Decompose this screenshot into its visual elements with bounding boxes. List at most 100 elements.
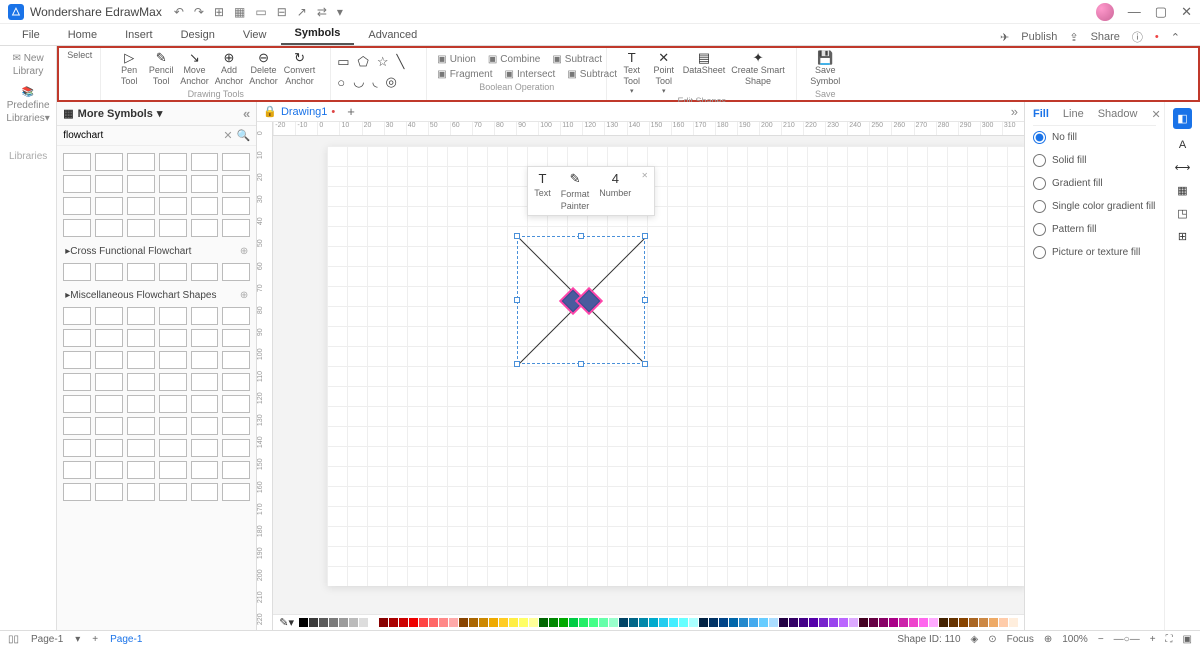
color-swatch[interactable] <box>309 618 318 627</box>
symbol-shape[interactable] <box>127 351 155 369</box>
symbol-shape[interactable] <box>159 153 187 171</box>
symbol-shape[interactable] <box>63 417 91 435</box>
icon-rail-item[interactable]: A <box>1179 139 1186 151</box>
color-swatch[interactable] <box>709 618 718 627</box>
pentagon-shape-icon[interactable]: ⬠ <box>358 54 369 70</box>
canvas-viewport[interactable]: TText ✎FormatPainter 4Number ✕ <box>273 136 1024 614</box>
symbol-shape[interactable] <box>127 373 155 391</box>
fill-option[interactable]: Solid fill <box>1033 149 1156 172</box>
rect-shape-icon[interactable]: ▭ <box>337 54 349 70</box>
color-swatch[interactable] <box>529 618 538 627</box>
search-icon[interactable]: 🔍 <box>237 129 251 142</box>
symbol-shape[interactable] <box>95 483 123 501</box>
handle[interactable] <box>514 233 520 239</box>
publish-button[interactable]: Publish <box>1017 31 1061 43</box>
symbol-shape[interactable] <box>222 395 250 413</box>
section-crossfunc[interactable]: ▸ Cross Functional Flowchart⊕ <box>61 243 252 260</box>
tab-fill[interactable]: Fill <box>1033 108 1049 121</box>
symbol-shape[interactable] <box>95 373 123 391</box>
symbol-shape[interactable] <box>63 175 91 193</box>
color-swatch[interactable] <box>869 618 878 627</box>
symbol-shape[interactable] <box>191 153 219 171</box>
mini-number[interactable]: 4Number <box>599 171 631 211</box>
boolean-op[interactable]: ▣Combine <box>484 53 544 66</box>
boolean-op[interactable]: ▣Subtract <box>548 53 606 66</box>
symbol-shape[interactable] <box>159 461 187 479</box>
maximize-icon[interactable]: ▢ <box>1155 4 1167 20</box>
color-swatch[interactable] <box>589 618 598 627</box>
color-swatch[interactable] <box>409 618 418 627</box>
minimize-icon[interactable]: — <box>1128 4 1141 19</box>
color-swatch[interactable] <box>429 618 438 627</box>
color-swatch[interactable] <box>519 618 528 627</box>
symbol-shape[interactable] <box>159 175 187 193</box>
color-swatch[interactable] <box>609 618 618 627</box>
close-icon[interactable]: ✕ <box>1181 4 1192 20</box>
qat-icon[interactable]: ↗ <box>297 5 307 19</box>
color-swatch[interactable] <box>769 618 778 627</box>
eyedropper-icon[interactable]: ✎▾ <box>279 616 294 629</box>
symbol-shape[interactable] <box>222 373 250 391</box>
symbol-shape[interactable] <box>63 461 91 479</box>
chevron-down-icon[interactable]: ▾ <box>157 107 163 120</box>
edit-tool[interactable]: TTextTool▾ <box>619 51 645 95</box>
edit-tool[interactable]: ✦Create SmartShape <box>731 51 785 87</box>
add-page-icon[interactable]: + <box>92 634 98 645</box>
redo-icon[interactable]: ↷ <box>194 5 204 19</box>
symbol-shape[interactable] <box>63 219 91 237</box>
symbol-shape[interactable] <box>191 351 219 369</box>
spiral-shape-icon[interactable]: ◎ <box>386 74 397 90</box>
symbol-shape[interactable] <box>222 219 250 237</box>
icon-rail-item[interactable]: ▦ <box>1177 184 1187 197</box>
symbol-shape[interactable] <box>127 219 155 237</box>
circle-shape-icon[interactable]: ○ <box>337 75 345 90</box>
fill-option[interactable]: Single color gradient fill <box>1033 195 1156 218</box>
symbol-shape[interactable] <box>222 175 250 193</box>
symbol-shape[interactable] <box>95 263 123 281</box>
symbol-shape[interactable] <box>127 307 155 325</box>
color-swatch[interactable] <box>839 618 848 627</box>
tab-line[interactable]: Line <box>1063 108 1084 121</box>
symbol-shape[interactable] <box>95 175 123 193</box>
color-swatch[interactable] <box>939 618 948 627</box>
symbol-shape[interactable] <box>127 439 155 457</box>
color-swatch[interactable] <box>459 618 468 627</box>
color-swatch[interactable] <box>479 618 488 627</box>
new-library-button[interactable]: ✉ New Library <box>4 52 52 78</box>
symbol-shape[interactable] <box>222 197 250 215</box>
drawing-tab[interactable]: 🔒Drawing1• <box>263 105 335 118</box>
boolean-op[interactable]: ▣Fragment <box>433 68 496 81</box>
qat-icon[interactable]: ▦ <box>234 5 245 19</box>
color-swatch[interactable] <box>659 618 668 627</box>
color-swatch[interactable] <box>619 618 628 627</box>
color-swatch[interactable] <box>819 618 828 627</box>
symbol-shape[interactable] <box>191 329 219 347</box>
color-swatch[interactable] <box>509 618 518 627</box>
symbol-shape[interactable] <box>95 197 123 215</box>
color-swatch[interactable] <box>689 618 698 627</box>
undo-icon[interactable]: ↶ <box>174 5 184 19</box>
symbol-shape[interactable] <box>95 461 123 479</box>
menu-advanced[interactable]: Advanced <box>354 25 431 45</box>
color-swatch[interactable] <box>569 618 578 627</box>
add-tab-icon[interactable]: + <box>347 104 355 119</box>
symbol-shape[interactable] <box>63 373 91 391</box>
drawing-tool[interactable]: ↘MoveAnchor <box>180 51 209 87</box>
fit-icon[interactable]: ⊕ <box>1044 634 1052 645</box>
icon-rail-item[interactable]: ◳ <box>1177 207 1187 220</box>
color-swatch[interactable] <box>879 618 888 627</box>
mini-text[interactable]: TText <box>534 171 551 211</box>
fill-icon[interactable]: ◧ <box>1173 108 1191 129</box>
color-swatch[interactable] <box>779 618 788 627</box>
symbol-shape[interactable] <box>222 153 250 171</box>
icon-rail-item[interactable]: ⟷ <box>1175 161 1191 174</box>
qat-icon[interactable]: ⊟ <box>277 5 287 19</box>
symbol-shape[interactable] <box>222 417 250 435</box>
color-swatch[interactable] <box>999 618 1008 627</box>
edit-tool[interactable]: ▤DataSheet <box>683 51 726 76</box>
color-swatch[interactable] <box>339 618 348 627</box>
symbol-shape[interactable] <box>127 483 155 501</box>
symbol-shape[interactable] <box>127 329 155 347</box>
menu-view[interactable]: View <box>229 25 281 45</box>
color-swatch[interactable] <box>979 618 988 627</box>
